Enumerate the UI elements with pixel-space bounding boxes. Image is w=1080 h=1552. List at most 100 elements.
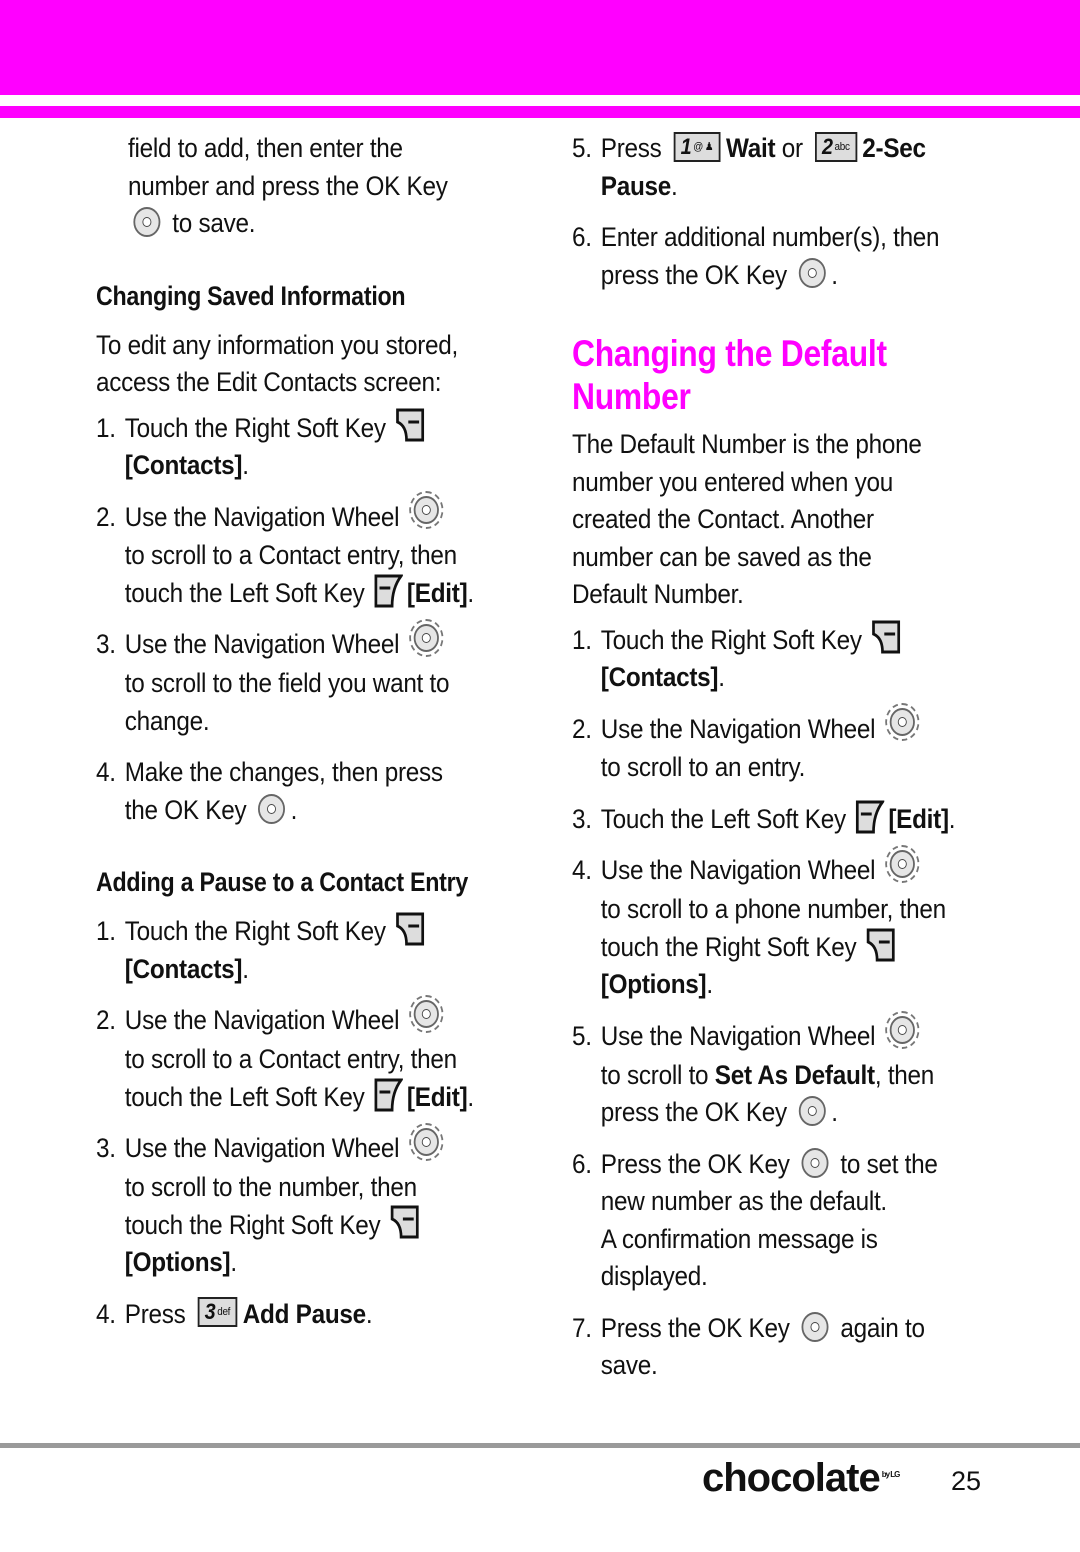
body-line: number can be saved as the [572,541,872,572]
intro-line: number and press the OK Key [128,170,448,201]
step-number: 4. [572,855,592,886]
intro-end: to save. [172,208,256,238]
step-item: 3. Touch the Left Soft Key [Edit]. [572,800,1040,839]
step-number: 5. [572,133,592,163]
step-text: Make the changes, then press [124,757,443,788]
right-soft-key-icon [872,620,901,654]
step-text: touch the Right Soft Key [124,1209,381,1240]
step-number: 3. [572,803,592,834]
punct: . [718,662,725,692]
navigation-wheel-icon [409,491,444,530]
step-item: 6. Press the OK Key to set the new numbe… [572,1146,1040,1296]
step-bold: [Options] [124,1247,231,1277]
header-stripe [0,106,1080,118]
punct: . [671,170,678,201]
step-text: Use the Navigation Wheel [600,713,876,744]
key-letters: @ [693,140,703,153]
step-number: 4. [96,757,116,788]
key-digit: 3 [204,1299,216,1325]
key-letters: abc [834,140,850,153]
left-column: field to add, then enter the number and … [96,130,526,1333]
body-line: created the Contact. Another [572,504,874,534]
step-number: 2. [572,713,592,744]
punct: . [242,953,249,984]
step-number: 3. [96,629,116,660]
punct: . [365,1298,373,1329]
step-number: 7. [572,1312,592,1343]
key-3-icon: 3 def [197,1297,238,1328]
punct: . [467,1081,474,1112]
right-soft-key-icon [866,928,895,962]
step-text: Touch the Right Soft Key [124,916,386,947]
right-soft-key-icon [396,912,425,946]
punct: . [706,969,713,1000]
step-text: the OK Key [124,794,247,825]
key-letters: def [217,1306,231,1319]
brand-name: chocolate [702,1456,881,1500]
step-text: change. [124,705,210,736]
step-text: to scroll to an entry. [600,752,806,783]
step-number: 1. [96,412,116,443]
step-item: 2. Use the Navigation Wheel to scroll to… [96,995,554,1116]
step-bold: [Options] [600,969,707,1000]
step-item: 1. Touch the Right Soft Key [Contacts]. [572,620,1040,697]
section-title-line: Number [572,376,691,417]
step-text: Use the Navigation Wheel [600,855,876,886]
punct: . [831,1097,838,1128]
left-soft-key-icon [374,574,404,608]
step-text: Press the OK Key [600,1148,790,1179]
key-digit: 2 [821,133,833,159]
step-item: 3. Use the Navigation Wheel to scroll to… [96,619,554,740]
step-text: displayed. [600,1261,708,1292]
punct: . [290,794,298,825]
step-text: , then [874,1059,935,1090]
step-text: again to [840,1312,925,1343]
step-bold: [Edit] [406,577,468,608]
step-item: 1. Touch the Right Soft Key [Contacts]. [96,912,554,988]
ok-key-icon [798,258,826,289]
right-column: 5. Press 1 @ ♟ Wait or 2 abc 2-Sec Pause. 6. … [572,130,1012,1385]
step-text: Use the Navigation Wheel [124,1133,400,1164]
step-text: touch the Left Soft Key [124,1081,365,1112]
step-bold: Add Pause [242,1298,366,1329]
navigation-wheel-icon [885,703,920,742]
step-text: touch the Left Soft Key [124,577,365,608]
step-number: 5. [572,1020,592,1051]
footer-rule [0,1443,1080,1448]
step-text: Use the Navigation Wheel [124,501,400,532]
step-text: to scroll to a phone number, then [600,894,946,925]
step-bold: [Edit] [406,1081,468,1112]
step-text: to scroll to the number, then [124,1172,417,1202]
step-text: Press [124,1298,186,1329]
step-text: press the OK Key [600,1097,787,1128]
step-bold: [Contacts] [600,662,719,692]
step-text: Touch the Left Soft Key [600,803,846,834]
step-number: 2. [96,501,116,532]
punct: . [242,450,249,480]
step-text: to scroll to [600,1059,709,1090]
key-1-icon: 1 @ ♟ [673,131,721,162]
punct: . [831,259,838,290]
step-number: 6. [572,1148,592,1179]
step-text: press the OK Key [600,259,787,290]
punct: . [467,577,474,608]
step-bold: 2-Sec [862,133,926,163]
step-bold: [Contacts] [124,953,243,984]
step-text: to scroll to a Contact entry, then [124,1044,457,1075]
step-bold: Pause [600,170,672,201]
navigation-wheel-icon [885,1010,920,1049]
step-bold: Set As Default [714,1059,875,1090]
ok-key-icon [801,1311,829,1342]
header-band [0,0,1080,95]
brand-by: by LG [881,1469,901,1479]
step-number: 6. [572,222,592,252]
step-number: 1. [572,624,592,655]
navigation-wheel-icon [409,995,444,1034]
step-item: 5. Use the Navigation Wheel to scroll to… [572,1010,1040,1132]
ok-key-icon [798,1096,826,1126]
step-text: to scroll to the field you want to [124,668,450,699]
step-item: 3. Use the Navigation Wheel to scroll to… [96,1123,554,1281]
key-2-icon: 2 abc [814,131,857,162]
left-soft-key-icon [374,1078,404,1111]
step-number: 4. [96,1298,116,1329]
